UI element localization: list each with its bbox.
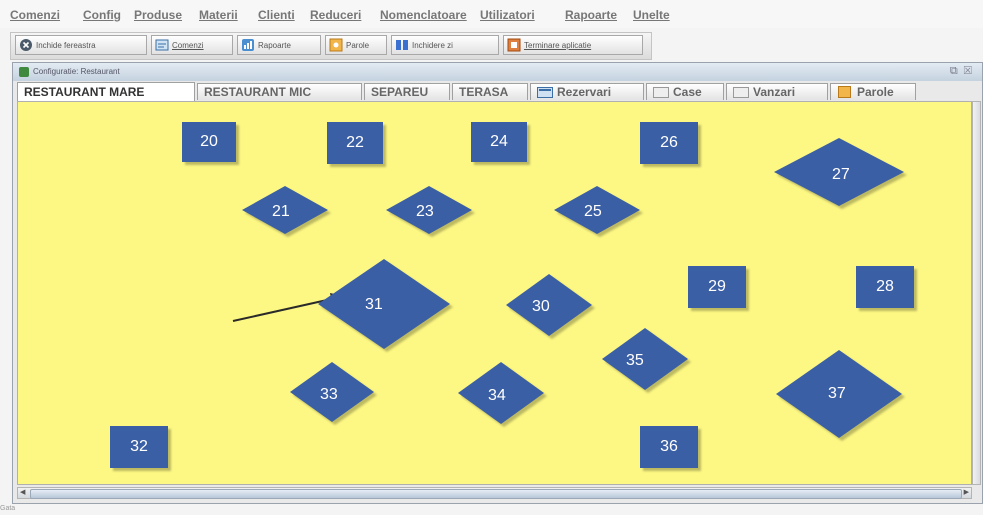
tab-rezervari[interactable]: Rezervari bbox=[530, 83, 644, 100]
table-label: 24 bbox=[490, 133, 508, 150]
tab-label: Parole bbox=[857, 85, 894, 99]
reservations-icon bbox=[537, 86, 553, 98]
window-controls[interactable]: ⧉☒ bbox=[950, 65, 978, 78]
close-window-label: Inchide fereastra bbox=[36, 40, 96, 50]
table-label: 29 bbox=[708, 278, 726, 295]
exit-app-button[interactable]: Terminare aplicatie bbox=[503, 35, 643, 55]
scroll-left-icon[interactable]: ◀ bbox=[20, 488, 25, 496]
horizontal-scrollbar[interactable]: ◀ ▶ bbox=[17, 487, 972, 499]
table-label: 22 bbox=[346, 134, 364, 151]
menu-unelte[interactable]: Unelte bbox=[633, 8, 670, 22]
table-31[interactable]: 31 bbox=[318, 259, 450, 349]
tab-terasa[interactable]: TERASA bbox=[452, 83, 528, 100]
table-label: 37 bbox=[828, 385, 846, 402]
table-35[interactable]: 35 bbox=[602, 328, 688, 390]
table-34[interactable]: 34 bbox=[458, 362, 544, 424]
menu-nomenclatoare[interactable]: Nomenclatoare bbox=[380, 8, 467, 22]
toolbar: Inchide fereastra Comenzi Rapoarte Parol… bbox=[10, 32, 652, 60]
menu-materii[interactable]: Materii bbox=[199, 8, 238, 22]
tab-label: TERASA bbox=[459, 85, 509, 99]
table-29[interactable]: 29 bbox=[688, 266, 746, 308]
menu-config[interactable]: Config bbox=[83, 8, 121, 22]
close-window-button[interactable]: Inchide fereastra bbox=[15, 35, 147, 55]
table-23[interactable]: 23 bbox=[386, 186, 472, 234]
floor-plan: 20 22 24 26 27 21 23 25 29 28 31 30 35 3… bbox=[17, 101, 972, 485]
tab-label: RESTAURANT MARE bbox=[24, 85, 145, 99]
menu-rapoarte[interactable]: Rapoarte bbox=[565, 8, 617, 22]
menu-produse[interactable]: Produse bbox=[134, 8, 182, 22]
window-titlebar[interactable]: Configuratie: Restaurant ⧉☒ bbox=[13, 63, 982, 81]
tab-strip: RESTAURANT MARE RESTAURANT MIC SEPAREU T… bbox=[17, 82, 977, 101]
tab-label: Rezervari bbox=[557, 85, 612, 99]
tab-vanzari[interactable]: Vanzari bbox=[726, 83, 828, 100]
table-22[interactable]: 22 bbox=[327, 122, 383, 164]
table-32[interactable]: 32 bbox=[110, 426, 168, 468]
table-label: 36 bbox=[660, 438, 678, 455]
table-25[interactable]: 25 bbox=[554, 186, 640, 234]
table-33[interactable]: 33 bbox=[290, 362, 374, 422]
restaurant-config-window: Configuratie: Restaurant ⧉☒ RESTAURANT M… bbox=[12, 62, 983, 504]
close-day-icon bbox=[395, 38, 409, 52]
close-day-button[interactable]: Inchidere zi bbox=[391, 35, 499, 55]
passwords-label: Parole bbox=[346, 40, 370, 50]
table-30[interactable]: 30 bbox=[506, 274, 592, 336]
reports-label: Rapoarte bbox=[258, 40, 291, 50]
tab-label: SEPAREU bbox=[371, 85, 429, 99]
table-21[interactable]: 21 bbox=[242, 186, 328, 234]
table-label: 23 bbox=[416, 203, 434, 220]
table-26[interactable]: 26 bbox=[640, 122, 698, 164]
table-24[interactable]: 24 bbox=[471, 122, 527, 162]
exit-app-icon bbox=[507, 38, 521, 52]
orders-icon bbox=[155, 38, 169, 52]
reports-button[interactable]: Rapoarte bbox=[237, 35, 321, 55]
tab-label: Vanzari bbox=[753, 85, 796, 99]
tab-restaurant-mare[interactable]: RESTAURANT MARE bbox=[17, 82, 195, 101]
table-36[interactable]: 36 bbox=[640, 426, 698, 468]
orders-label: Comenzi bbox=[172, 40, 204, 50]
cash-register-icon bbox=[653, 86, 669, 98]
scroll-right-icon[interactable]: ▶ bbox=[964, 488, 969, 496]
scroll-thumb[interactable] bbox=[30, 489, 962, 499]
table-label: 34 bbox=[488, 387, 506, 404]
table-label: 20 bbox=[200, 133, 218, 150]
tab-separeu[interactable]: SEPAREU bbox=[364, 83, 450, 100]
tab-label: Case bbox=[673, 85, 702, 99]
tab-parole[interactable]: Parole bbox=[830, 83, 916, 100]
table-label: 28 bbox=[876, 278, 894, 295]
table-label: 33 bbox=[320, 386, 338, 403]
window-title: Configuratie: Restaurant bbox=[33, 67, 120, 76]
menu-bar: Comenzi Config Produse Materii Clienti R… bbox=[0, 0, 983, 28]
table-20[interactable]: 20 bbox=[182, 122, 236, 162]
passwords-button[interactable]: Parole bbox=[325, 35, 387, 55]
table-label: 21 bbox=[272, 203, 290, 220]
tab-label: RESTAURANT MIC bbox=[204, 85, 312, 99]
menu-utilizatori[interactable]: Utilizatori bbox=[480, 8, 535, 22]
menu-comenzi[interactable]: Comenzi bbox=[10, 8, 60, 22]
table-label: 32 bbox=[130, 438, 148, 455]
window-icon bbox=[19, 67, 29, 77]
password-icon bbox=[837, 86, 853, 98]
table-label: 27 bbox=[832, 166, 850, 183]
table-label: 26 bbox=[660, 134, 678, 151]
exit-app-label: Terminare aplicatie bbox=[524, 40, 592, 50]
vertical-scrollbar[interactable] bbox=[972, 101, 981, 485]
table-27[interactable]: 27 bbox=[774, 138, 904, 206]
reports-icon bbox=[241, 38, 255, 52]
table-label: 30 bbox=[532, 298, 550, 315]
orders-button[interactable]: Comenzi bbox=[151, 35, 233, 55]
tab-restaurant-mic[interactable]: RESTAURANT MIC bbox=[197, 83, 362, 100]
menu-clienti[interactable]: Clienti bbox=[258, 8, 295, 22]
table-37[interactable]: 37 bbox=[776, 350, 902, 438]
table-label: 35 bbox=[626, 352, 644, 369]
password-icon bbox=[329, 38, 343, 52]
table-28[interactable]: 28 bbox=[856, 266, 914, 308]
status-bar: Gata bbox=[0, 505, 16, 512]
close-circle-icon bbox=[19, 38, 33, 52]
close-day-label: Inchidere zi bbox=[412, 40, 453, 50]
table-label: 31 bbox=[365, 296, 383, 313]
table-label: 25 bbox=[584, 203, 602, 220]
menu-reduceri[interactable]: Reduceri bbox=[310, 8, 361, 22]
tab-case[interactable]: Case bbox=[646, 83, 724, 100]
sales-icon bbox=[733, 86, 749, 98]
